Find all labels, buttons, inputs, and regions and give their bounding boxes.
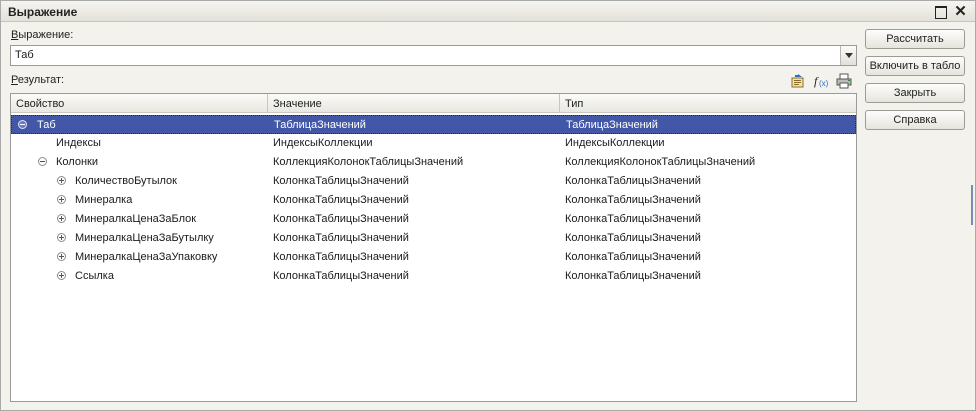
table-row[interactable]: КоличествоБутылок КолонкаТаблицыЗначений… xyxy=(11,172,856,191)
table-row[interactable]: Таб ТаблицаЗначений ТаблицаЗначений xyxy=(11,115,856,134)
column-header-value[interactable]: Значение xyxy=(268,94,560,113)
row-type: КолонкаТаблицыЗначений xyxy=(565,175,701,187)
row-type: КолонкаТаблицыЗначений xyxy=(565,213,701,225)
row-type: КоллекцияКолонокТаблицыЗначений xyxy=(565,156,756,168)
result-label-text: езультат: xyxy=(17,74,65,86)
collapse-icon[interactable] xyxy=(18,120,27,129)
row-type: ТаблицаЗначений xyxy=(566,119,658,131)
row-type: КолонкаТаблицыЗначений xyxy=(565,194,701,206)
help-button[interactable]: Справка xyxy=(865,110,965,130)
window-title: Выражение xyxy=(8,5,78,19)
expression-label: Выражение: xyxy=(11,29,73,41)
maximize-icon[interactable] xyxy=(933,4,948,19)
row-value: КолонкаТаблицыЗначений xyxy=(273,213,409,225)
expression-value: Таб xyxy=(15,49,34,61)
column-header-type[interactable]: Тип xyxy=(560,94,856,113)
table-row[interactable]: Минералка КолонкаТаблицыЗначений Колонка… xyxy=(11,191,856,210)
title-bar: Выражение ✕ xyxy=(1,1,975,22)
row-property: КоличествоБутылок xyxy=(75,175,177,187)
row-value: КолонкаТаблицыЗначений xyxy=(273,232,409,244)
row-property: Таб xyxy=(37,119,56,131)
row-value: КолонкаТаблицыЗначений xyxy=(273,194,409,206)
row-type: КолонкаТаблицыЗначений xyxy=(565,232,701,244)
background-window-edge xyxy=(971,185,973,225)
row-property: МинералкаЦенаЗаУпаковку xyxy=(75,251,218,263)
row-value: ИндексыКоллекции xyxy=(273,137,373,149)
expand-icon[interactable] xyxy=(57,252,66,261)
include-in-board-button[interactable]: Включить в табло xyxy=(865,56,965,76)
table-row[interactable]: Индексы ИндексыКоллекции ИндексыКоллекци… xyxy=(11,134,856,153)
table-row[interactable]: МинералкаЦенаЗаБлок КолонкаТаблицыЗначен… xyxy=(11,210,856,229)
close-icon[interactable]: ✕ xyxy=(953,4,968,19)
column-header-property[interactable]: Свойство xyxy=(11,94,268,113)
table-header: Свойство Значение Тип xyxy=(11,94,856,113)
expand-icon[interactable] xyxy=(57,214,66,223)
row-value: КолонкаТаблицыЗначений xyxy=(273,175,409,187)
table-row[interactable]: Ссылка КолонкаТаблицыЗначений КолонкаТаб… xyxy=(11,267,856,286)
expand-icon[interactable] xyxy=(57,233,66,242)
print-icon[interactable] xyxy=(836,73,852,89)
expression-label-text: ыражение: xyxy=(18,29,74,41)
close-button[interactable]: Закрыть xyxy=(865,83,965,103)
row-type: КолонкаТаблицыЗначений xyxy=(565,251,701,263)
expand-icon[interactable] xyxy=(57,271,66,280)
row-property: МинералкаЦенаЗаБлок xyxy=(75,213,197,225)
table-row[interactable]: МинералкаЦенаЗаУпаковку КолонкаТаблицыЗн… xyxy=(11,248,856,267)
svg-text:(x): (x) xyxy=(819,79,829,88)
result-label-accesskey: Р xyxy=(11,74,18,86)
row-value: КолонкаТаблицыЗначений xyxy=(273,251,409,263)
expand-icon[interactable] xyxy=(57,176,66,185)
function-icon[interactable]: f (x) xyxy=(814,73,830,89)
row-value: ТаблицаЗначений xyxy=(274,119,366,131)
row-property: МинералкаЦенаЗаБутылку xyxy=(75,232,214,244)
expression-dialog: Выражение ✕ Выражение: Таб Результат: f(… xyxy=(0,0,976,411)
expression-input[interactable]: Таб xyxy=(10,45,857,66)
collapse-icon[interactable] xyxy=(38,157,47,166)
result-label: Результат: xyxy=(11,74,64,86)
table-row[interactable]: МинералкаЦенаЗаБутылку КолонкаТаблицыЗна… xyxy=(11,229,856,248)
row-property: Минералка xyxy=(75,194,133,206)
table-row[interactable]: Колонки КоллекцияКолонокТаблицыЗначений … xyxy=(11,153,856,172)
row-property: Ссылка xyxy=(75,270,114,282)
result-tree-table[interactable]: Свойство Значение Тип Таб ТаблицаЗначени… xyxy=(10,93,857,402)
dropdown-arrow-icon[interactable] xyxy=(840,46,856,65)
row-type: ИндексыКоллекции xyxy=(565,137,665,149)
row-value: КолонкаТаблицыЗначений xyxy=(273,270,409,282)
row-property: Колонки xyxy=(56,156,98,168)
export-icon[interactable] xyxy=(790,73,806,89)
row-property: Индексы xyxy=(56,137,101,149)
calculate-button[interactable]: Рассчитать xyxy=(865,29,965,49)
row-type: КолонкаТаблицыЗначений xyxy=(565,270,701,282)
row-value: КоллекцияКолонокТаблицыЗначений xyxy=(273,156,464,168)
expand-icon[interactable] xyxy=(57,195,66,204)
